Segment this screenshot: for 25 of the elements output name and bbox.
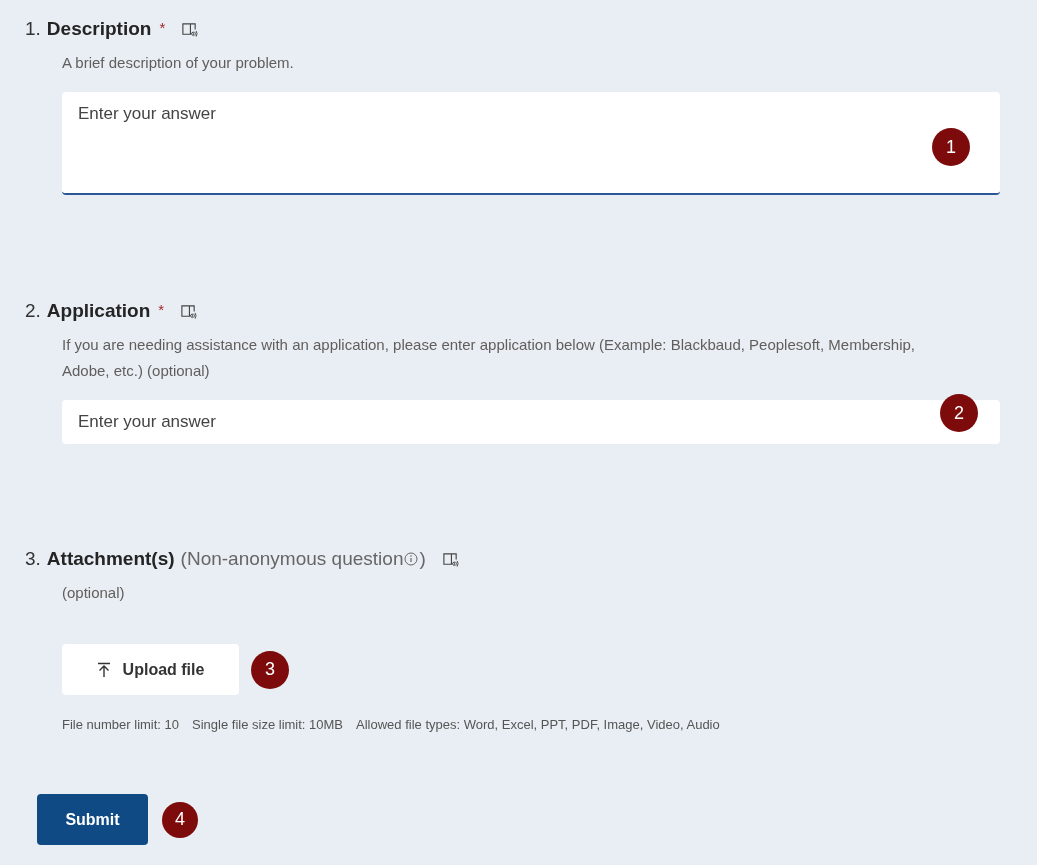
question-number: 1. xyxy=(25,18,41,40)
number-badge: 4 xyxy=(162,801,198,838)
upload-button[interactable]: Upload file xyxy=(62,644,239,695)
question-title: Description xyxy=(46,18,152,40)
upload-icon xyxy=(96,661,111,678)
immersive-reader-icon[interactable] xyxy=(441,550,459,568)
required-mark: * xyxy=(158,301,165,318)
limit-text: Allowed file types: Word, Excel, PPT, PDF, Image, Video, Audio xyxy=(356,717,720,732)
submit-button[interactable]: Submit xyxy=(37,794,148,845)
question-number: 2. xyxy=(25,300,41,322)
limit-text: File number limit: 10 xyxy=(62,717,180,732)
question-number: 3. xyxy=(25,548,41,570)
question-description: (optional) xyxy=(62,583,126,603)
question-title: Application xyxy=(46,300,151,322)
required-mark: * xyxy=(159,19,166,36)
question-note: (Non-anonymous question xyxy=(180,548,404,570)
info-icon[interactable] xyxy=(404,552,419,566)
limit-text: Single file size limit: 10MB xyxy=(192,717,344,732)
question-note: ) xyxy=(419,548,426,570)
question-description: If you are needing assistance with an application, please enter application below (Example: Blackbaud, Peoplesoft, Membership, Adobe, etc.) (optional) xyxy=(62,335,916,381)
immersive-reader-icon[interactable] xyxy=(181,20,199,38)
immersive-reader-icon[interactable] xyxy=(180,302,198,320)
question-description: A brief description of your problem. xyxy=(62,53,295,73)
question-title: Attachment(s) xyxy=(46,548,175,570)
number-badge: 3 xyxy=(251,650,289,689)
